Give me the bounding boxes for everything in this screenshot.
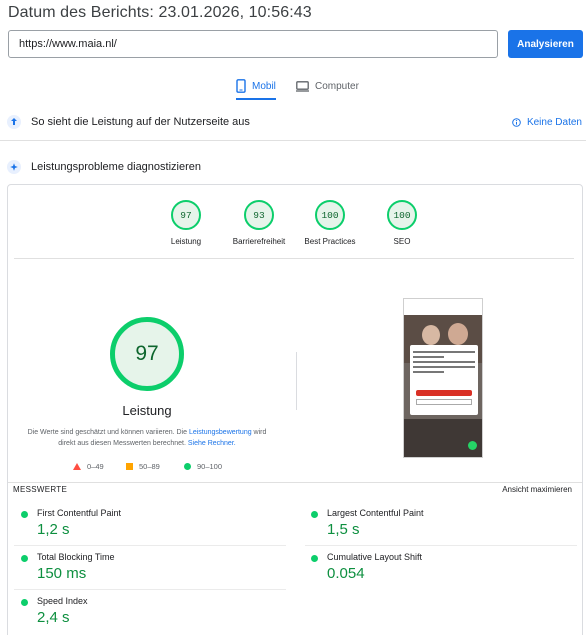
- tab-desktop-label: Computer: [315, 80, 359, 92]
- no-data-link[interactable]: Keine Daten: [512, 117, 582, 128]
- metric-name: Cumulative Layout Shift: [327, 552, 423, 562]
- user-experience-icon: [7, 115, 21, 129]
- category-label: SEO: [393, 237, 411, 246]
- divider: [8, 482, 582, 483]
- diagnostics-icon: [7, 160, 21, 174]
- pass-circle-icon: [184, 463, 191, 470]
- pass-circle-icon: [21, 599, 28, 606]
- divider: [296, 352, 297, 410]
- calculator-link[interactable]: Siehe Rechner.: [188, 440, 236, 447]
- whatsapp-icon: [468, 441, 477, 450]
- diagnostics-section: Leistungsprobleme diagnostizieren: [0, 153, 586, 181]
- smartphone-icon: [236, 79, 246, 93]
- diagnostics-title: Leistungsprobleme diagnostizieren: [31, 161, 201, 173]
- fail-triangle-icon: [73, 463, 81, 470]
- performance-score-gauge: 97: [110, 317, 184, 391]
- no-data-label: Keine Daten: [526, 116, 582, 128]
- category-gauge-performance[interactable]: 97 Leistung: [151, 200, 221, 246]
- legend-fail-label: 0–49: [87, 462, 104, 471]
- metrics-title: MESSWERTE: [13, 485, 68, 494]
- page-screenshot-thumbnail: [403, 298, 483, 458]
- category-score: 100: [387, 200, 417, 230]
- performance-description: Die Werte sind geschätzt und können vari…: [27, 429, 267, 447]
- metric-value: 0.054: [327, 565, 365, 582]
- legend-average-label: 50–89: [139, 462, 160, 471]
- metric-value: 150 ms: [37, 565, 87, 582]
- category-score: 100: [315, 200, 345, 230]
- metric-name: Speed Index: [37, 596, 88, 606]
- pass-circle-icon: [21, 555, 28, 562]
- divider: [14, 589, 286, 590]
- info-icon: [512, 117, 521, 127]
- category-gauge-best-practices[interactable]: 100 Best Practices: [295, 200, 365, 246]
- metric-name: Largest Contentful Paint: [327, 508, 424, 518]
- monitor-icon: [296, 80, 309, 92]
- legend-average: 50–89: [126, 462, 160, 471]
- legend-pass-label: 90–100: [197, 462, 223, 471]
- tab-mobile-label: Mobil: [252, 80, 276, 92]
- metric-name: First Contentful Paint: [37, 508, 122, 518]
- category-label: Best Practices: [304, 237, 356, 246]
- tab-active-indicator: [236, 98, 276, 100]
- report-date-title: Datum des Berichts: 23.01.2026, 10:56:43: [8, 4, 312, 21]
- metric-value: 1,2 s: [37, 521, 70, 538]
- category-label: Barrierefreiheit: [232, 237, 286, 246]
- category-score: 97: [171, 200, 201, 230]
- category-score: 93: [244, 200, 274, 230]
- tab-mobile[interactable]: Mobil: [236, 72, 276, 100]
- legend-pass: 90–100: [184, 462, 222, 471]
- metric-name: Total Blocking Time: [37, 552, 115, 562]
- divider: [305, 545, 577, 546]
- device-tabs: Mobil Computer: [0, 72, 586, 100]
- expand-view-toggle[interactable]: Ansicht maximieren: [502, 485, 572, 494]
- user-experience-section: So sieht die Leistung auf der Nutzerseit…: [0, 108, 586, 136]
- url-input[interactable]: [8, 30, 498, 58]
- average-square-icon: [126, 463, 133, 470]
- category-gauge-accessibility[interactable]: 93 Barrierefreiheit: [224, 200, 294, 246]
- score-link[interactable]: Leistungsbewertung: [189, 429, 252, 436]
- performance-label: Leistung: [122, 403, 172, 418]
- category-label: Leistung: [170, 237, 202, 246]
- analyze-button[interactable]: Analysieren: [508, 30, 583, 58]
- divider: [14, 545, 286, 546]
- pass-circle-icon: [21, 511, 28, 518]
- metric-value: 1,5 s: [327, 521, 360, 538]
- report-panel: [7, 184, 583, 635]
- user-experience-title: So sieht die Leistung auf der Nutzerseit…: [31, 116, 250, 128]
- tab-desktop[interactable]: Computer: [296, 72, 359, 100]
- divider: [0, 140, 586, 141]
- divider: [14, 258, 574, 259]
- legend-fail: 0–49: [73, 462, 104, 471]
- metric-value: 2,4 s: [37, 609, 70, 626]
- category-gauge-seo[interactable]: 100 SEO: [367, 200, 437, 246]
- pass-circle-icon: [311, 555, 318, 562]
- pass-circle-icon: [311, 511, 318, 518]
